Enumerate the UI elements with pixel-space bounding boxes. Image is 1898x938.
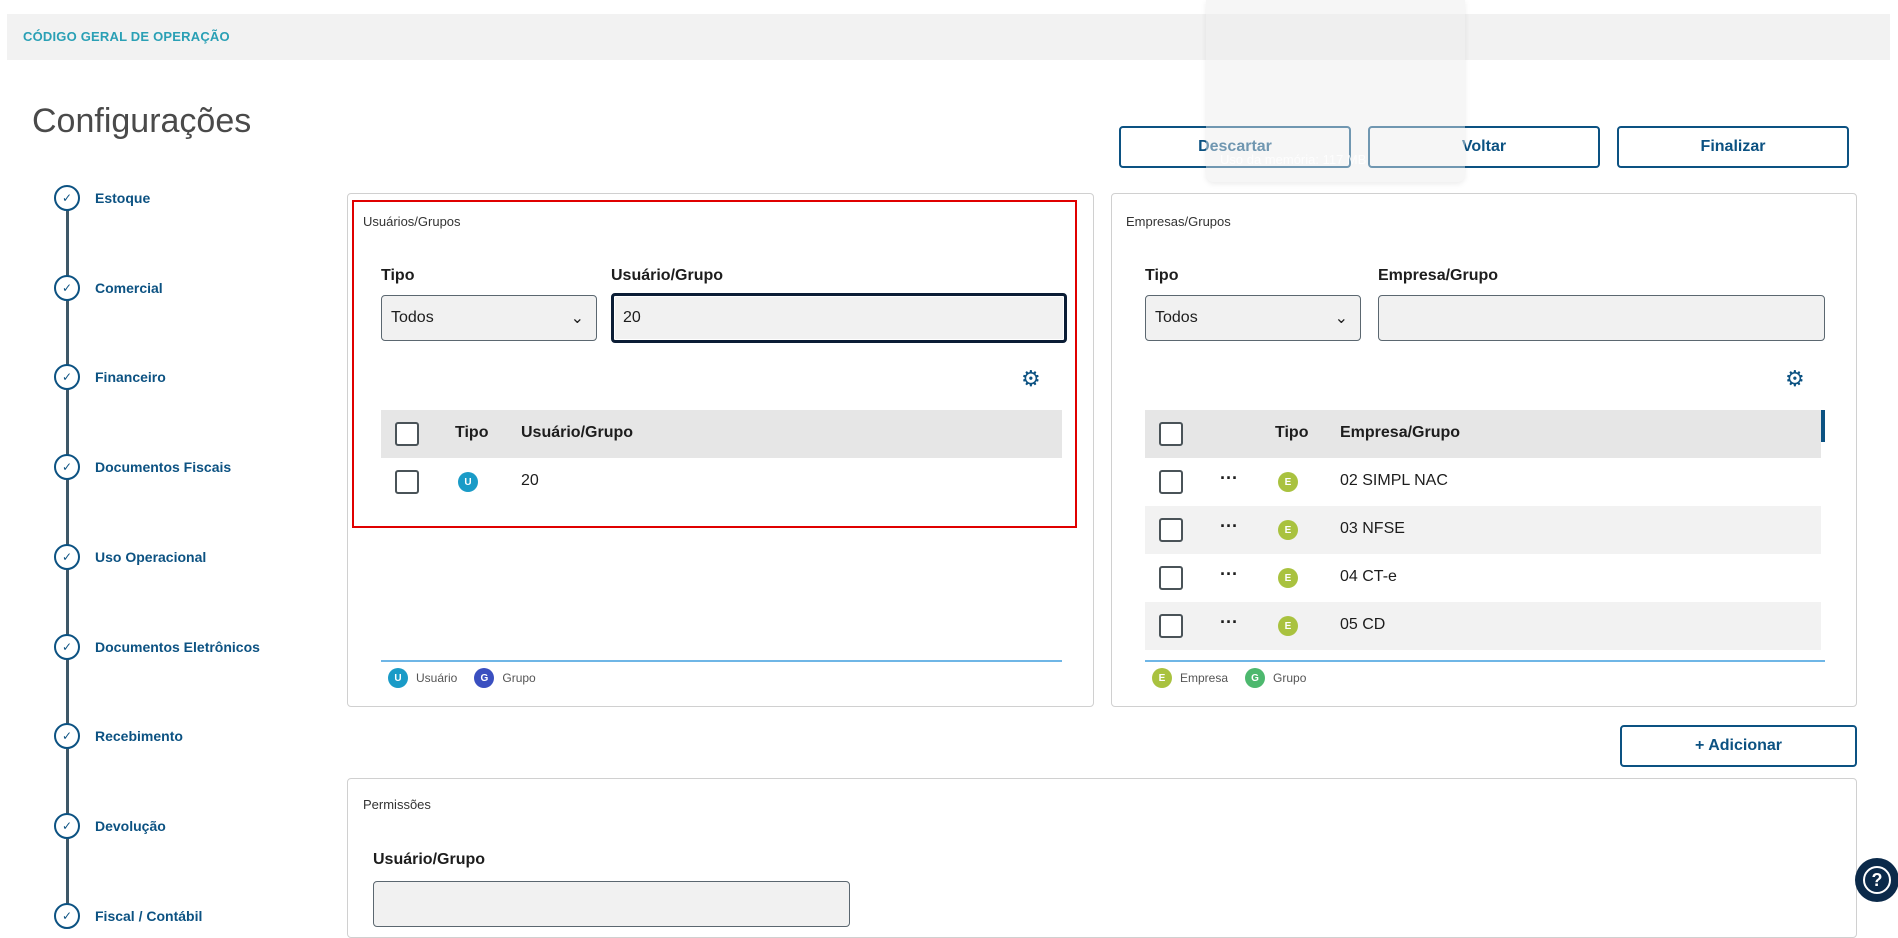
chevron-down-icon: ⌄ bbox=[1334, 310, 1348, 327]
col-company-group: Empresa/Grupo bbox=[1340, 424, 1461, 441]
app-header: CÓDIGO GERAL DE OPERAÇÃO bbox=[7, 14, 1890, 60]
col-tipo: Tipo bbox=[1275, 424, 1309, 441]
row-name: 05 CD bbox=[1340, 616, 1386, 633]
more-options-icon[interactable]: ··· bbox=[1220, 516, 1238, 537]
company-badge-icon: E bbox=[1278, 520, 1298, 540]
step-label: Uso Operacional bbox=[95, 548, 207, 565]
permission-user-group-input[interactable] bbox=[373, 881, 850, 927]
step-label: Recebimento bbox=[95, 728, 183, 745]
legend: U Usuário G Grupo bbox=[388, 668, 536, 688]
memory-usage: Uso da memória: 117 MB bbox=[1220, 152, 1367, 167]
permission-user-group-label: Usuário/Grupo bbox=[373, 851, 486, 868]
legend-label: Empresa bbox=[1180, 671, 1229, 685]
company-badge-icon: E bbox=[1278, 472, 1298, 492]
table-row: ··· E 03 NFSE bbox=[1145, 506, 1821, 554]
table-row: ··· E 05 CD bbox=[1145, 602, 1821, 650]
more-options-icon[interactable]: ··· bbox=[1220, 564, 1238, 585]
step-item[interactable]: ✓ Comercial bbox=[54, 274, 163, 301]
row-checkbox[interactable] bbox=[1159, 470, 1183, 494]
table-row: ··· E 02 SIMPL NAC bbox=[1145, 458, 1821, 506]
check-circle-icon: ✓ bbox=[54, 454, 80, 481]
row-checkbox[interactable] bbox=[1159, 566, 1183, 590]
memory-overlay: Uso da memória: 117 MB bbox=[1206, 0, 1465, 182]
legend-label: Grupo bbox=[1273, 671, 1307, 685]
user-legend-icon: U bbox=[388, 668, 408, 688]
page-title: Configurações bbox=[32, 102, 252, 140]
legend: E Empresa G Grupo bbox=[1152, 668, 1306, 688]
table-divider bbox=[381, 660, 1062, 662]
more-options-icon[interactable]: ··· bbox=[1220, 612, 1238, 633]
step-item[interactable]: ✓ Recebimento bbox=[54, 723, 183, 750]
table-row: ··· E 04 CT-e bbox=[1145, 554, 1821, 602]
legend-label: Usuário bbox=[416, 671, 458, 685]
panel-title: Empresas/Grupos bbox=[1126, 214, 1231, 229]
add-button[interactable]: + Adicionar bbox=[1620, 725, 1857, 767]
step-label: Documentos Eletrônicos bbox=[95, 638, 260, 655]
row-checkbox[interactable] bbox=[1159, 518, 1183, 542]
check-circle-icon: ✓ bbox=[54, 274, 80, 301]
settings-gear-icon[interactable]: ⚙ bbox=[1785, 366, 1805, 392]
step-item[interactable]: ✓ Financeiro bbox=[54, 364, 166, 391]
check-circle-icon: ✓ bbox=[54, 723, 80, 750]
table-header: Tipo Empresa/Grupo bbox=[1145, 410, 1821, 458]
company-badge-icon: E bbox=[1278, 616, 1298, 636]
check-circle-icon: ✓ bbox=[54, 543, 80, 570]
help-icon: ? bbox=[1863, 866, 1891, 894]
check-circle-icon: ✓ bbox=[54, 185, 80, 211]
step-label: Comercial bbox=[95, 279, 163, 296]
tipo-value: Todos bbox=[1155, 309, 1198, 326]
step-label: Estoque bbox=[95, 190, 151, 206]
highlight-box bbox=[352, 200, 1077, 528]
finish-button[interactable]: Finalizar bbox=[1617, 126, 1849, 168]
step-label: Documentos Fiscais bbox=[95, 459, 232, 476]
more-options-icon[interactable]: ··· bbox=[1220, 468, 1238, 489]
tipo-label: Tipo bbox=[1145, 267, 1179, 284]
row-name: 02 SIMPL NAC bbox=[1340, 472, 1448, 489]
select-all-checkbox[interactable] bbox=[1159, 422, 1183, 446]
company-legend-icon: E bbox=[1152, 668, 1172, 688]
company-group-label: Empresa/Grupo bbox=[1378, 267, 1499, 284]
header-title: CÓDIGO GERAL DE OPERAÇÃO bbox=[23, 29, 230, 44]
row-checkbox[interactable] bbox=[1159, 614, 1183, 638]
check-circle-icon: ✓ bbox=[54, 812, 80, 839]
step-item[interactable]: ✓ Fiscal / Contábil bbox=[54, 902, 203, 929]
step-label: Fiscal / Contábil bbox=[95, 907, 203, 924]
company-group-input[interactable] bbox=[1378, 295, 1825, 341]
tipo-select[interactable]: Todos ⌄ bbox=[1145, 295, 1361, 341]
step-item[interactable]: ✓ Documentos Fiscais bbox=[54, 454, 232, 481]
step-item[interactable]: ✓ Devolução bbox=[54, 812, 166, 839]
help-button[interactable]: ? bbox=[1855, 858, 1898, 902]
panel-title: Permissões bbox=[363, 797, 431, 812]
company-badge-icon: E bbox=[1278, 568, 1298, 588]
row-name: 03 NFSE bbox=[1340, 520, 1405, 537]
step-item[interactable]: ✓ Uso Operacional bbox=[54, 543, 207, 570]
legend-label: Grupo bbox=[502, 671, 536, 685]
group-legend-icon: G bbox=[474, 668, 495, 688]
check-circle-icon: ✓ bbox=[54, 902, 80, 929]
row-name: 04 CT-e bbox=[1340, 568, 1397, 585]
step-item[interactable]: ✓ Documentos Eletrônicos bbox=[54, 633, 260, 660]
step-label: Financeiro bbox=[95, 369, 166, 386]
check-circle-icon: ✓ bbox=[54, 633, 80, 660]
permissions-panel: Permissões Usuário/Grupo bbox=[347, 778, 1857, 938]
companies-groups-panel: Empresas/Grupos Tipo Todos ⌄ Empresa/Grup… bbox=[1111, 193, 1857, 707]
table-divider bbox=[1145, 660, 1825, 662]
step-label: Devolução bbox=[95, 817, 166, 834]
check-circle-icon: ✓ bbox=[54, 364, 80, 391]
step-item[interactable]: ✓ Estoque bbox=[54, 185, 150, 211]
scrollbar[interactable] bbox=[1821, 410, 1825, 442]
group-legend-icon: G bbox=[1245, 668, 1266, 688]
